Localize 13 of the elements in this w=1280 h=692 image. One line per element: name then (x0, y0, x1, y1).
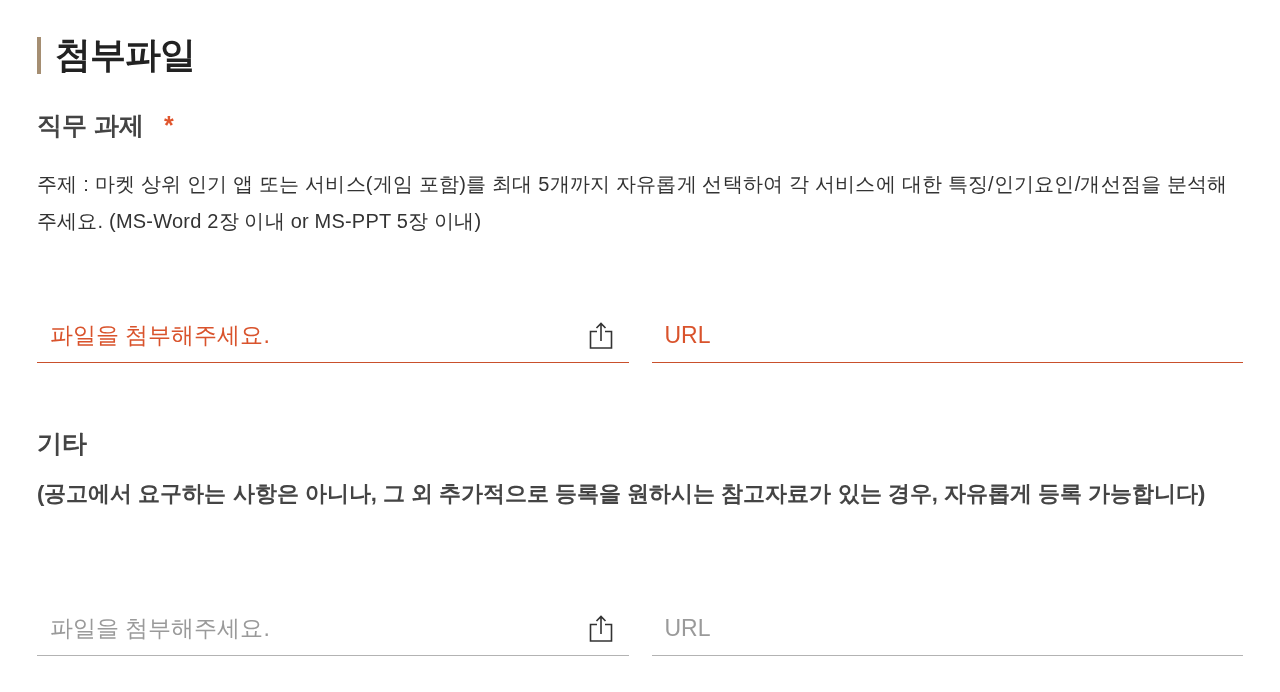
field-group-title: 기타 (37, 428, 87, 459)
section-title: 첨부파일 (55, 33, 195, 77)
description-text: 주제 : 마켓 상위 인기 앱 또는 서비스(게임 포함)를 최대 5개까지 자유롭게 선택하여 각 서비스에 대한 특징/인기요인/개선점을 분석해 주세요. (MS-Word 2장 이내 or MS-PPT 5장 이내) (37, 172, 1229, 234)
upload-icon[interactable] (588, 322, 613, 349)
field-group-title: 직무 과제 (37, 110, 144, 141)
required-mark: * (163, 110, 174, 141)
file-attach-field[interactable]: 파일을 첨부해주세요. (37, 602, 629, 656)
note-text: (공고에서 요구하는 사항은 아니나, 그 외 추가적으로 등록을 원하시는 참고자료가 있는 경우, 자유롭게 등록 가능합니다) (37, 480, 1207, 508)
upload-icon[interactable] (588, 615, 613, 642)
file-attach-field[interactable]: 파일을 첨부해주세요. (37, 309, 629, 363)
title-accent-bar (37, 36, 41, 74)
url-field[interactable]: URL (651, 602, 1243, 656)
url-field[interactable]: URL (651, 309, 1243, 363)
